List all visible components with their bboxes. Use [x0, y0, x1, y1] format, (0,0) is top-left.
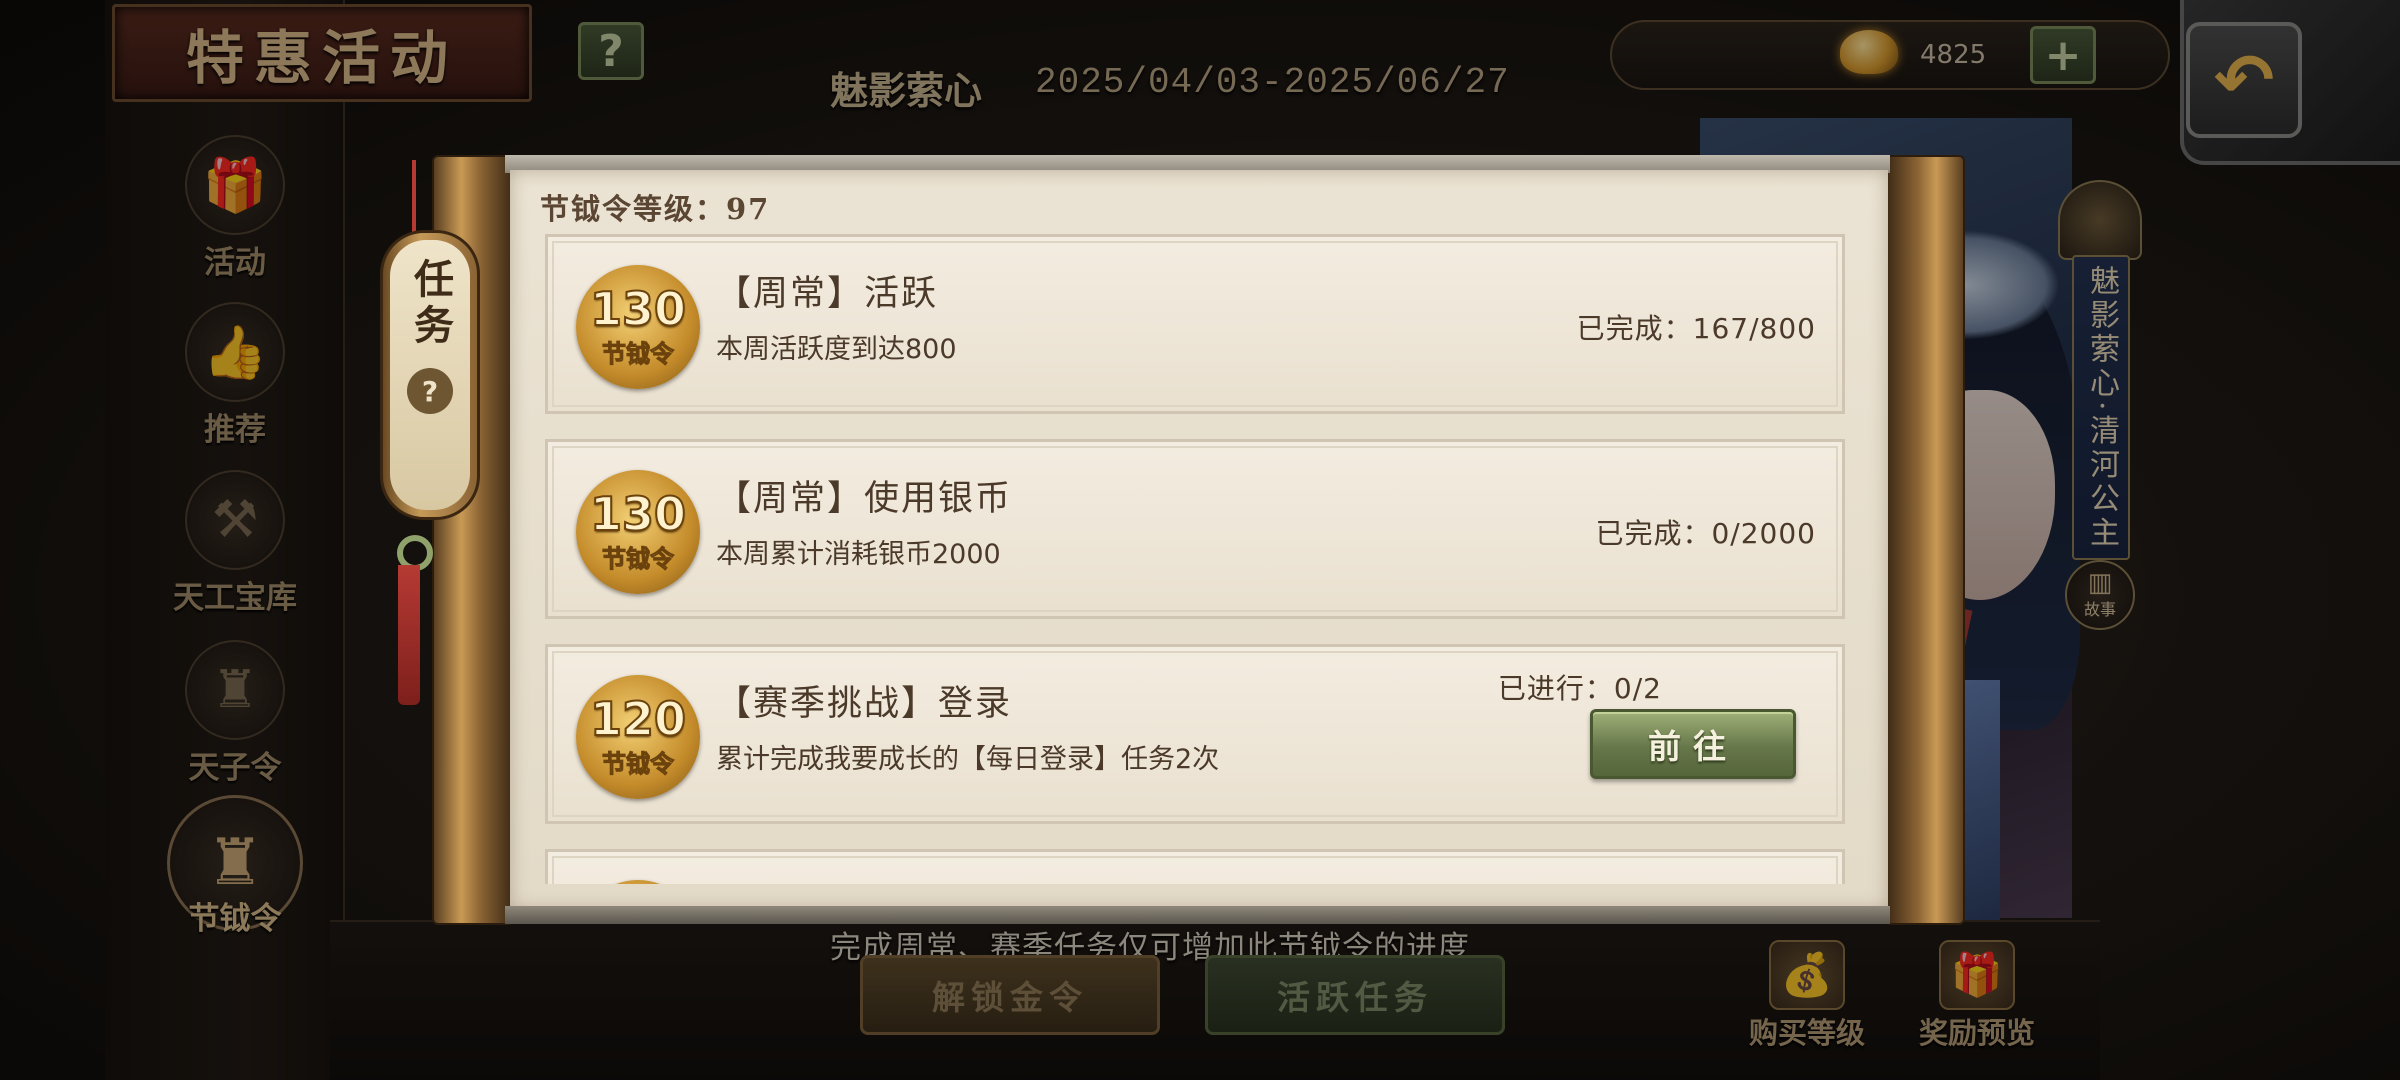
scroll-right-rod [1885, 155, 1965, 925]
task-tab-label: 任务 [407, 258, 454, 350]
question-icon: ? [421, 374, 439, 408]
reward-amount: 130 [589, 281, 687, 336]
reward-name: 节钺令 [602, 338, 675, 368]
task-card: 120 节钺令 【赛季挑战】登录 累计完成我要成长的【每日登录】任务2次 已进行… [545, 644, 1845, 824]
task-card: 130 节钺令 【周常】活跃 本周活跃度到达800 已完成：167/800 [545, 234, 1845, 414]
reward-name: 节钺令 [602, 543, 675, 573]
goto-button[interactable]: 前往 [1590, 709, 1796, 779]
task-description: 本周累计消耗银币2000 [716, 539, 1001, 570]
task-tab-label-area: 任务 ? [390, 240, 470, 510]
task-title: 【赛季挑战】登录 [716, 684, 1013, 724]
task-progress: 已完成：167/800 [1576, 312, 1816, 345]
scroll-bottom-edge [505, 906, 1890, 924]
task-card: 130 节钺令 【周常】使用银币 本周累计消耗银币2000 已完成：0/2000 [545, 439, 1845, 619]
reward-name: 节钺令 [602, 748, 675, 778]
task-progress: 已进行：0/2 [1497, 672, 1662, 705]
task-help-button[interactable]: ? [407, 368, 453, 414]
task-description: 本周活跃度到达800 [716, 334, 957, 365]
task-title: 【周常】使用银币 [716, 479, 1013, 519]
reward-amount: 120 [589, 691, 687, 746]
reward-amount: 130 [589, 486, 687, 541]
reward-token-icon: 120 节钺令 [576, 675, 700, 799]
pass-level: 节钺令等级：97 [540, 192, 771, 226]
reward-token-icon: 130 节钺令 [576, 265, 700, 389]
task-card [545, 849, 1845, 884]
reward-token-icon [576, 880, 700, 884]
task-title: 【周常】活跃 [716, 274, 939, 314]
task-list[interactable]: 130 节钺令 【周常】活跃 本周活跃度到达800 已完成：167/800 13… [545, 234, 1845, 884]
task-progress: 已完成：0/2000 [1595, 517, 1816, 550]
tag-cord [412, 160, 416, 235]
tassel-decoration [398, 565, 420, 705]
reward-token-icon: 130 节钺令 [576, 470, 700, 594]
task-description: 累计完成我要成长的【每日登录】任务2次 [716, 744, 1220, 775]
